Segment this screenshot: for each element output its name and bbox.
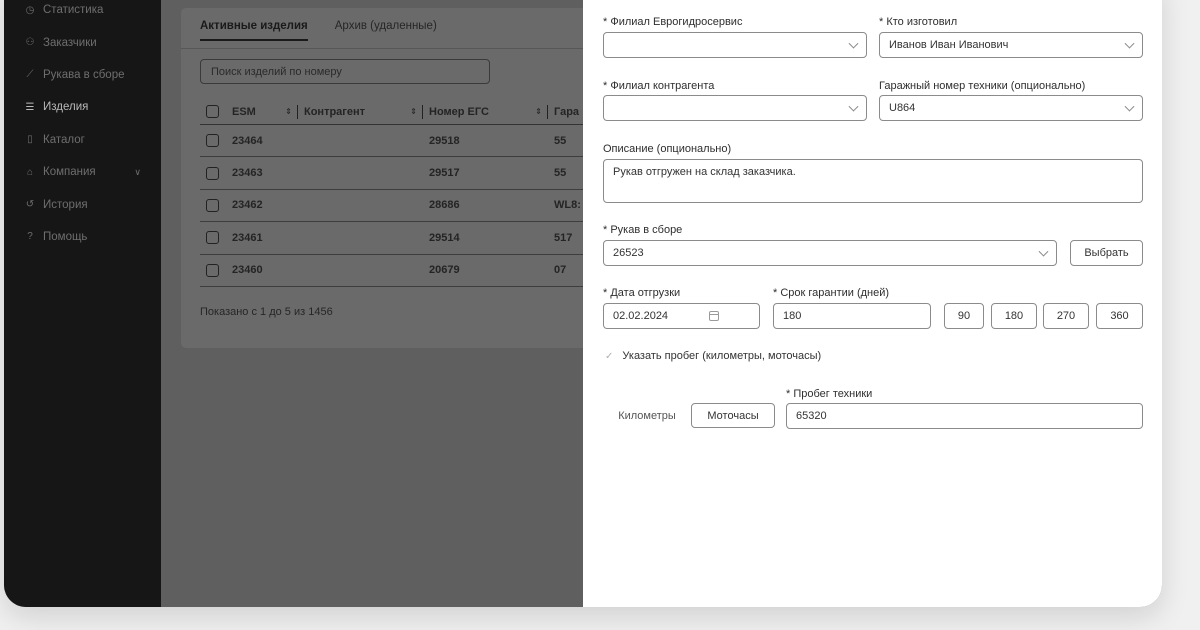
select-all-checkbox[interactable] — [206, 105, 219, 118]
column-divider — [547, 104, 548, 119]
row-checkbox[interactable] — [206, 198, 219, 212]
cell-esm: 23462 — [232, 199, 263, 212]
tab-archive[interactable]: Архив (удаленные) — [335, 20, 437, 41]
branch-label: * Филиал Еврогидросервис — [603, 16, 743, 28]
cell-esm: 23461 — [232, 231, 263, 244]
sidebar-item-statistics[interactable]: ◷ Статистика — [4, 0, 161, 26]
sidebar-item-label: Заказчики — [43, 36, 97, 49]
cell-egs-number: 29518 — [429, 134, 460, 147]
sidebar-item-customers[interactable]: ⚇ Заказчики — [4, 26, 161, 58]
sidebar-menu: ◷ Статистика ⚇ Заказчики ⟋ Рукава в сбор… — [4, 0, 161, 253]
unit-option-kilometers[interactable]: Километры — [603, 403, 691, 428]
sidebar-item-help[interactable]: ? Помощь — [4, 221, 161, 253]
sidebar-item-catalog[interactable]: ▯ Каталог — [4, 124, 161, 156]
row-checkbox[interactable] — [206, 263, 219, 277]
check-icon: ✓ — [605, 351, 614, 362]
sidebar-item-label: Компания — [43, 166, 96, 179]
maker-label: * Кто изготовил — [879, 16, 958, 28]
home-icon: ⌂ — [26, 166, 34, 178]
sort-icon[interactable]: ⇕ — [535, 107, 542, 116]
history-icon: ↺ — [25, 199, 35, 211]
row-checkbox[interactable] — [206, 231, 219, 245]
warranty-label: * Срок гарантии (дней) — [773, 287, 890, 299]
sidebar-item-history[interactable]: ↺ История — [4, 188, 161, 220]
sidebar: ◷ Статистика ⚇ Заказчики ⟋ Рукава в сбор… — [4, 0, 161, 607]
column-header-counterparty[interactable]: Контрагент ⇕ — [304, 104, 429, 119]
sidebar-item-label: Статистика — [43, 4, 104, 17]
warranty-preset-90-button[interactable]: 90 — [944, 303, 984, 329]
chevron-down-icon: ∨ — [134, 166, 141, 177]
chevron-down-icon — [848, 101, 859, 112]
hose-icon: ⟋ — [26, 69, 34, 81]
maker-select[interactable]: Иванов Иван Иванович — [879, 32, 1143, 58]
sidebar-item-products[interactable]: ☰ Изделия — [4, 91, 161, 123]
sidebar-item-hoses[interactable]: ⟋ Рукава в сборе — [4, 59, 161, 91]
sidebar-item-label: История — [43, 198, 88, 211]
search-input[interactable]: Поиск изделий по номеру — [200, 59, 490, 84]
row-checkbox[interactable] — [206, 166, 219, 180]
warranty-preset-270-button[interactable]: 270 — [1043, 303, 1089, 329]
hose-assembly-select[interactable]: 26523 — [603, 240, 1057, 266]
sidebar-item-company[interactable]: ⌂ Компания ∨ — [4, 156, 161, 188]
cell-esm: 23464 — [232, 134, 263, 147]
warranty-days-input[interactable]: 180 — [773, 303, 931, 329]
clock-icon: ◷ — [25, 4, 35, 16]
help-icon: ? — [27, 231, 33, 243]
mileage-label: * Пробег техники — [786, 388, 873, 400]
mileage-input[interactable]: 65320 — [786, 403, 1143, 429]
description-label: Описание (опционально) — [603, 143, 732, 155]
unit-option-motohours[interactable]: Моточасы — [691, 403, 775, 428]
counterparty-branch-label: * Филиал контрагента — [603, 80, 715, 92]
sidebar-item-label: Изделия — [43, 101, 89, 114]
sidebar-item-label: Рукава в сборе — [43, 68, 125, 81]
column-header-esm[interactable]: ESM ⇕ — [232, 104, 304, 119]
tab-active-products[interactable]: Активные изделия — [200, 20, 308, 41]
chevron-down-icon — [1038, 246, 1049, 257]
sort-icon[interactable]: ⇕ — [410, 107, 417, 116]
garage-number-label: Гаражный номер техники (опционально) — [879, 80, 1086, 92]
calendar-icon[interactable] — [709, 311, 719, 321]
column-divider — [422, 104, 423, 119]
column-header-egs-number[interactable]: Номер ЕГС ⇕ — [429, 104, 554, 119]
cell-egs-number: 20679 — [429, 264, 460, 277]
chevron-down-icon — [1124, 38, 1135, 49]
mileage-checkbox[interactable]: ✓ Указать пробег (километры, моточасы) — [605, 350, 821, 362]
branch-select[interactable] — [603, 32, 867, 58]
choose-button[interactable]: Выбрать — [1070, 240, 1143, 266]
list-icon: ☰ — [25, 101, 35, 113]
cell-esm: 23463 — [232, 167, 263, 180]
cell-egs-number: 29517 — [429, 167, 460, 180]
hose-assembly-label: * Рукав в сборе — [603, 224, 683, 236]
row-checkbox[interactable] — [206, 134, 219, 148]
ship-date-label: * Дата отгрузки — [603, 287, 681, 299]
sort-icon[interactable]: ⇕ — [285, 107, 292, 116]
sidebar-item-label: Каталог — [43, 133, 85, 146]
description-textarea[interactable]: Рукав отгружен на склад заказчика. — [603, 159, 1143, 203]
warranty-preset-180-button[interactable]: 180 — [991, 303, 1037, 329]
chevron-down-icon — [848, 38, 859, 49]
chevron-down-icon — [1124, 101, 1135, 112]
product-form-drawer: * Филиал Еврогидросервис * Кто изготовил… — [583, 0, 1162, 607]
column-divider — [297, 104, 298, 119]
cell-esm: 23460 — [232, 264, 263, 277]
ship-date-input[interactable]: 02.02.2024 — [603, 303, 760, 329]
book-icon: ▯ — [27, 134, 33, 146]
tabs: Активные изделия Архив (удаленные) — [200, 20, 437, 41]
pagination-summary: Показано с 1 до 5 из 1456 — [200, 306, 333, 318]
sidebar-item-label: Помощь — [43, 230, 88, 243]
cell-egs-number: 29514 — [429, 231, 460, 244]
counterparty-branch-select[interactable] — [603, 95, 867, 121]
users-icon: ⚇ — [25, 37, 35, 49]
mileage-checkbox-label: Указать пробег (километры, моточасы) — [622, 350, 822, 362]
app-window: ◷ Статистика ⚇ Заказчики ⟋ Рукава в сбор… — [4, 0, 1162, 607]
garage-number-select[interactable]: U864 — [879, 95, 1143, 121]
cell-egs-number: 28686 — [429, 199, 460, 212]
warranty-preset-360-button[interactable]: 360 — [1096, 303, 1143, 329]
unit-toggle: Километры Моточасы — [603, 403, 775, 428]
